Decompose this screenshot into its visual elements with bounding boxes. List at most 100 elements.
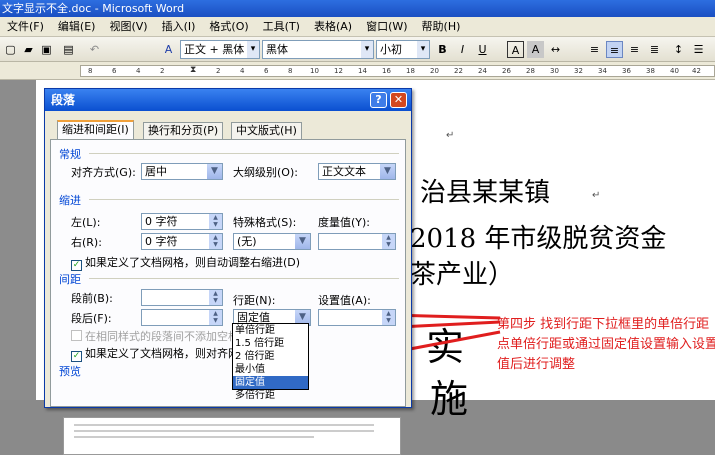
snap-to-grid-checkbox[interactable]: ✓ 如果定义了文档网格，则对齐网格: [71, 345, 250, 362]
spacing-at-input[interactable]: ▲ ▼: [318, 309, 396, 326]
menu-file[interactable]: 文件(F): [0, 17, 51, 37]
menu-edit[interactable]: 编辑(E): [51, 17, 103, 37]
distributed-align-icon[interactable]: ≣: [646, 41, 663, 58]
line-spacing-dropdown-list[interactable]: 单倍行距 1.5 倍行距 2 倍行距 最小值 固定值 多倍行距: [232, 323, 309, 401]
tab-line-page-breaks[interactable]: 换行和分页(P): [143, 122, 224, 139]
menu-bar: 文件(F) 编辑(E) 视图(V) 插入(I) 格式(O) 工具(T) 表格(A) 窗口(W)…: [0, 17, 715, 37]
ruler-number: 2: [160, 67, 165, 75]
ruler-number: 8: [88, 67, 93, 75]
ruler-number: 14: [358, 67, 367, 75]
dialog-title-bar[interactable]: 段落: [45, 89, 411, 111]
spinner-icon[interactable]: ▲ ▼: [382, 310, 395, 325]
chevron-down-icon[interactable]: ▼: [380, 164, 395, 179]
tab-asian-typography[interactable]: 中文版式(H): [231, 122, 302, 139]
indent-marker-icon[interactable]: ⧗: [190, 65, 196, 75]
indent-by-input[interactable]: ▲ ▼: [318, 233, 396, 250]
ruler-strip: 8 6 4 2 ⧗ 2 4 6 8 10 12 14 16 18 20 22 2…: [80, 65, 715, 77]
indent-by-label: 度量值(Y):: [318, 216, 371, 229]
font-size-combo[interactable]: 小初: [376, 40, 430, 59]
option-one-point-five[interactable]: 1.5 倍行距: [233, 337, 308, 350]
character-scale-icon[interactable]: ↔: [547, 41, 564, 58]
outline-level-label: 大纲级别(O):: [233, 166, 298, 179]
ruler-number: 42: [692, 67, 701, 75]
ruler-number: 36: [622, 67, 631, 75]
ruler-number: 6: [264, 67, 269, 75]
preview-line: [74, 436, 314, 438]
font-combo[interactable]: 黑体: [262, 40, 374, 59]
italic-button[interactable]: I: [454, 41, 471, 58]
undo-icon[interactable]: ↶: [86, 41, 103, 58]
chevron-down-icon[interactable]: ▼: [207, 164, 222, 179]
menu-view[interactable]: 视图(V): [102, 17, 154, 37]
checkmark-icon: ✓: [71, 260, 82, 271]
line-spacing-icon[interactable]: ↕: [670, 41, 687, 58]
line-spacing-label: 行距(N):: [233, 294, 276, 307]
character-border-button[interactable]: A: [507, 41, 524, 58]
section-divider: [89, 153, 399, 154]
spinner-icon[interactable]: ▲ ▼: [382, 234, 395, 249]
space-before-input[interactable]: ▲ ▼: [141, 289, 223, 306]
section-indentation: 缩进: [59, 194, 81, 207]
alignment-select[interactable]: 居中 ▼: [141, 163, 223, 180]
ruler-number: 20: [430, 67, 439, 75]
horizontal-ruler[interactable]: 8 6 4 2 ⧗ 2 4 6 8 10 12 14 16 18 20 22 2…: [0, 62, 715, 80]
ruler-number: 4: [136, 67, 141, 75]
no-space-same-style-checkbox[interactable]: 在相同样式的段落间不添加空格: [71, 328, 239, 344]
save-icon[interactable]: ▣: [38, 41, 55, 58]
section-divider: [89, 278, 399, 279]
menu-window[interactable]: 窗口(W): [359, 17, 414, 37]
align-center-icon[interactable]: ≡: [606, 41, 623, 58]
auto-adjust-indent-label: 如果定义了文档网格，则自动调整右缩进(D): [85, 256, 301, 269]
ruler-number: 28: [526, 67, 535, 75]
ruler-number: 12: [334, 67, 343, 75]
menu-tools[interactable]: 工具(T): [256, 17, 307, 37]
spinner-icon[interactable]: ▲ ▼: [209, 290, 222, 305]
numbering-icon[interactable]: ☰: [690, 41, 707, 58]
underline-button[interactable]: U: [474, 41, 491, 58]
indent-right-input[interactable]: 0 字符 ▲ ▼: [141, 233, 223, 250]
document-line-3: 茶产业）: [410, 260, 515, 290]
spinner-icon[interactable]: ▲ ▼: [209, 234, 222, 249]
bold-button[interactable]: B: [434, 41, 451, 58]
ruler-number: 10: [310, 67, 319, 75]
ruler-number: 8: [288, 67, 293, 75]
spinner-icon[interactable]: ▲ ▼: [209, 214, 222, 229]
open-folder-icon[interactable]: ▰: [20, 41, 37, 58]
tab-indents-spacing[interactable]: 缩进和间距(I): [57, 120, 134, 140]
chevron-down-icon[interactable]: ▼: [295, 234, 310, 249]
section-divider: [89, 199, 399, 200]
help-button[interactable]: ?: [370, 92, 387, 108]
auto-adjust-indent-checkbox[interactable]: ✓ 如果定义了文档网格，则自动调整右缩进(D): [71, 254, 300, 271]
indent-right-value: 0 字符: [145, 235, 178, 248]
option-exactly[interactable]: 固定值: [233, 376, 308, 389]
align-justify-icon[interactable]: ≡: [586, 41, 603, 58]
ruler-number: 40: [670, 67, 679, 75]
menu-help[interactable]: 帮助(H): [415, 17, 468, 37]
align-right-icon[interactable]: ≡: [626, 41, 643, 58]
new-document-icon[interactable]: ▢: [2, 41, 19, 58]
ruler-number: 22: [454, 67, 463, 75]
menu-table[interactable]: 表格(A): [307, 17, 359, 37]
outline-level-select[interactable]: 正文文本 ▼: [318, 163, 396, 180]
close-button[interactable]: ✕: [390, 92, 407, 108]
document-line-2: 2018 年市级脱贫资金: [410, 224, 667, 254]
option-double[interactable]: 2 倍行距: [233, 350, 308, 363]
space-after-label: 段后(F):: [71, 312, 112, 325]
styles-pane-icon[interactable]: A: [160, 41, 177, 58]
alignment-label: 对齐方式(G):: [71, 166, 136, 179]
spinner-icon[interactable]: ▲ ▼: [209, 310, 222, 325]
special-indent-select[interactable]: (无) ▼: [233, 233, 311, 250]
print-icon[interactable]: ▤: [60, 41, 77, 58]
style-combo[interactable]: 正文 + 黑体: [180, 40, 260, 59]
space-after-input[interactable]: ▲ ▼: [141, 309, 223, 326]
menu-insert[interactable]: 插入(I): [155, 17, 203, 37]
indent-left-input[interactable]: 0 字符 ▲ ▼: [141, 213, 223, 230]
option-multiple[interactable]: 多倍行距: [233, 389, 308, 402]
preview-box: [63, 417, 401, 455]
menu-format[interactable]: 格式(O): [202, 17, 255, 37]
option-at-least[interactable]: 最小值: [233, 363, 308, 376]
character-shading-button[interactable]: A: [527, 41, 544, 58]
section-spacing: 间距: [59, 273, 81, 286]
ruler-number: 24: [478, 67, 487, 75]
option-single[interactable]: 单倍行距: [233, 324, 308, 337]
